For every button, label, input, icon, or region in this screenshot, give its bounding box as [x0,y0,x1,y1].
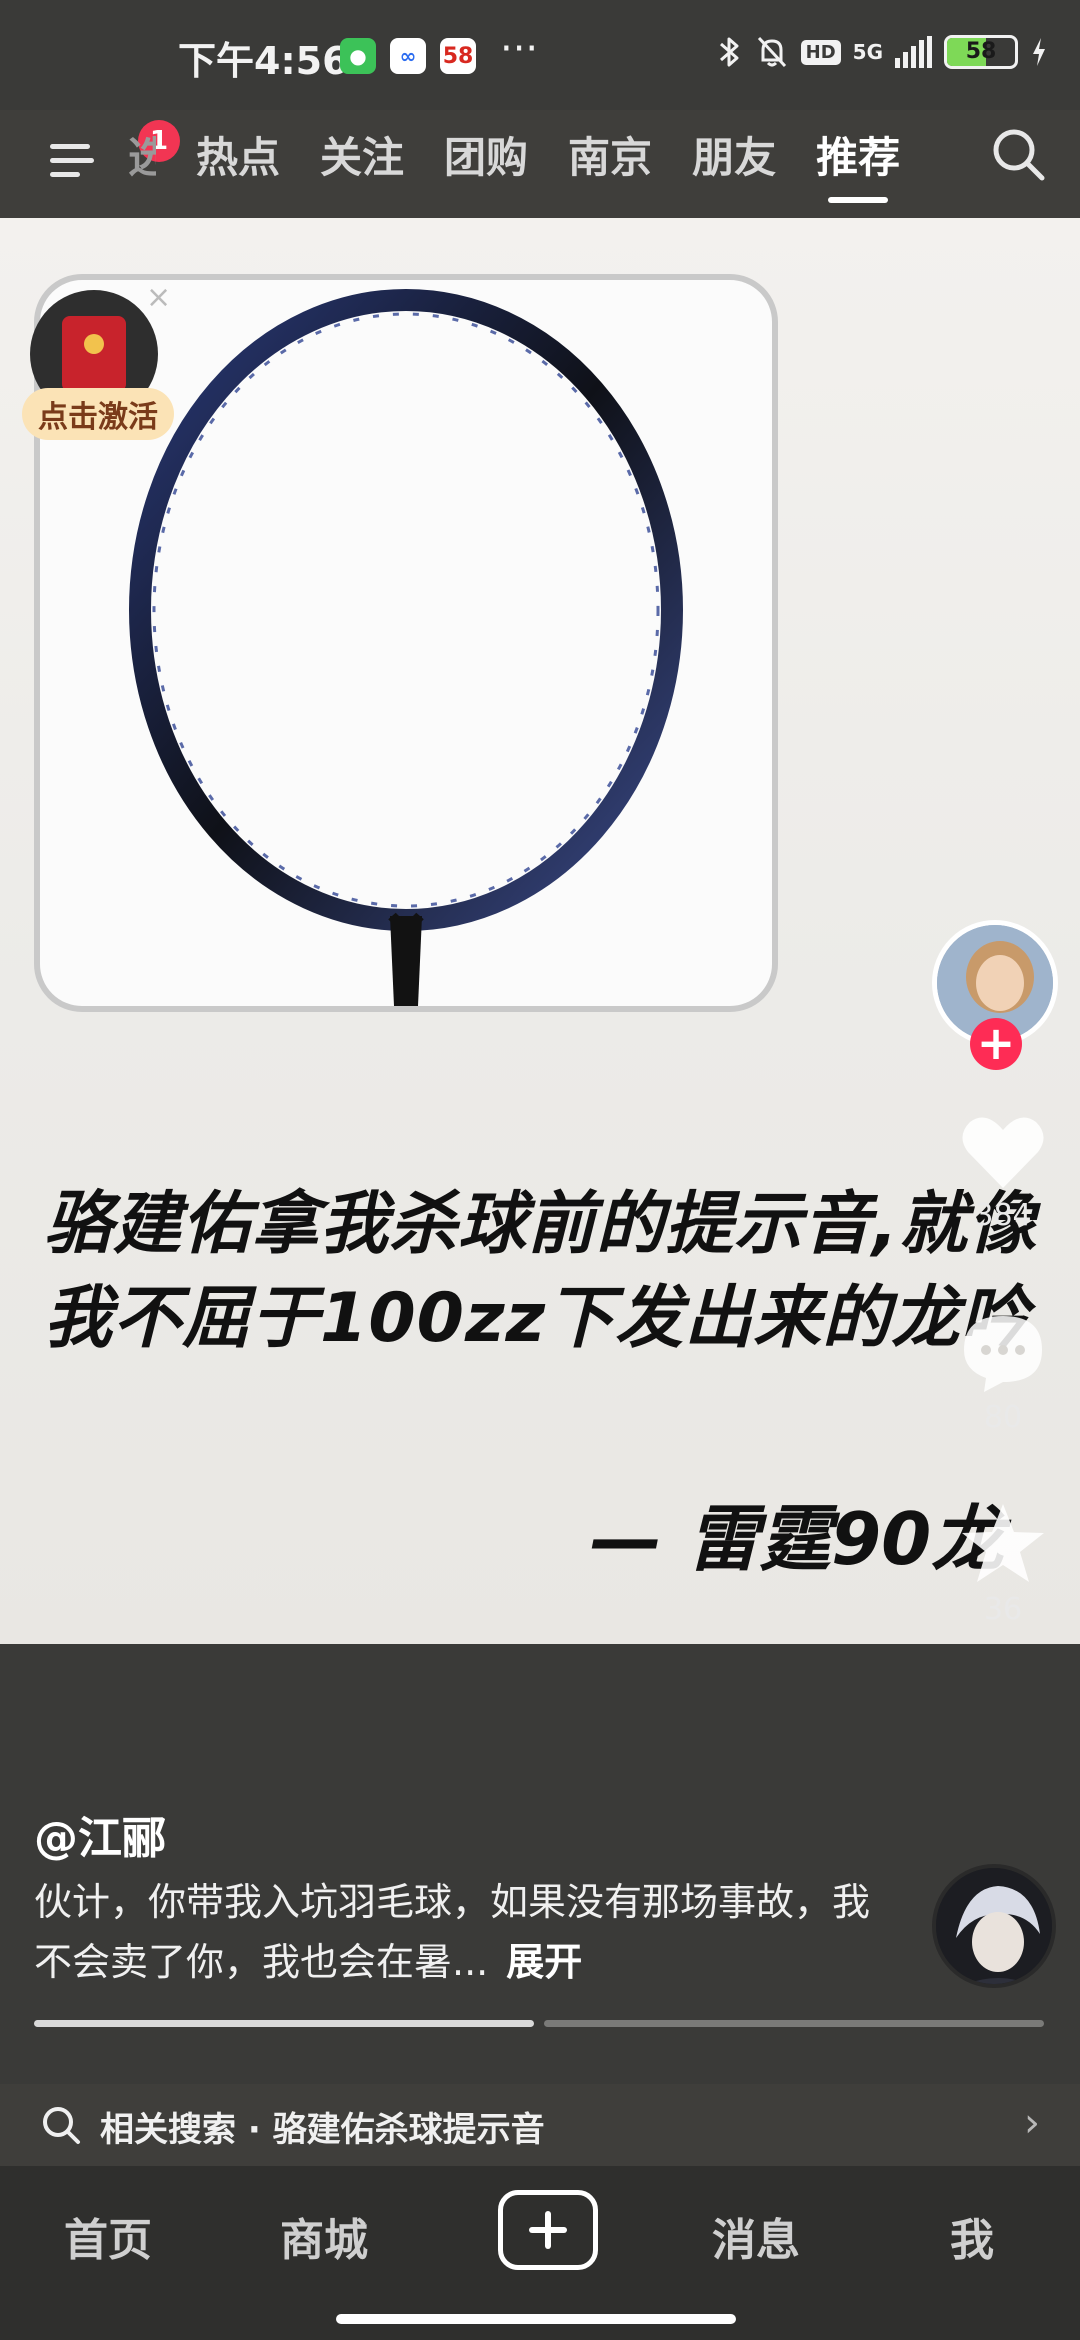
baidu-netdisk-icon: ∞ [390,38,426,74]
tab-nanjing[interactable]: 南京 [568,124,652,185]
description-text: 伙计，你带我入坑羽毛球，如果没有那场事故，我不会卖了你，我也会在暑... [34,1880,871,1984]
red-envelope-icon [62,316,126,392]
menu-button[interactable]: 1 [44,120,180,190]
message-app-icon: ● [340,38,376,74]
status-bar: 下午4:56 ● ∞ 58 ··· HD 5G 58 [0,0,1080,110]
related-search-text: 相关搜索 · 骆建佑杀球提示音 [100,2110,545,2150]
status-app-icons: ● ∞ 58 [340,38,476,74]
58-app-icon: 58 [440,38,476,74]
tab-following[interactable]: 关注 [320,124,404,185]
battery-icon: 58 [944,35,1018,69]
create-button[interactable] [498,2190,598,2270]
top-navigation: 1 选 热点 关注 团购 南京 朋友 推荐 [0,110,1080,218]
comment-button[interactable]: 80 [938,1310,1068,1435]
search-icon[interactable] [986,122,1050,186]
like-button[interactable]: 384 [938,1112,1068,1233]
comment-count: 80 [983,1400,1023,1435]
caption-line-2: 我不屈于100zz下发出来的龙吟 [44,1279,1030,1358]
home-indicator [336,2314,736,2324]
tab-me[interactable]: 我 [950,2204,994,2268]
video-player[interactable]: × 点击激活 骆建佑拿我杀球前的提示音,就像 我不屈于100zz下发出来的龙吟 … [0,218,1080,1644]
more-notifications-icon: ··· [500,26,539,72]
card-close-icon[interactable]: × [146,280,171,315]
nav-tabs: 选 热点 关注 团购 南京 朋友 推荐 [128,124,900,203]
signal-strength-icon [895,36,932,68]
charging-icon [1033,38,1045,66]
status-indicators: HD 5G 58 [717,34,1048,70]
favorite-count: 36 [983,1592,1023,1627]
favorite-button[interactable]: 36 [938,1500,1068,1627]
star-icon [962,1504,1044,1582]
activate-button[interactable]: 点击激活 [22,388,174,440]
music-avatar-image [936,1868,1052,1984]
caption-line-1: 骆建佑拿我杀球前的提示音,就像 [44,1185,1037,1264]
tab-partial[interactable]: 选 [128,124,156,185]
tab-messages[interactable]: 消息 [712,2204,800,2268]
search-icon [43,2107,80,2144]
tab-home[interactable]: 首页 [64,2204,152,2268]
related-search-bar[interactable]: 相关搜索 · 骆建佑杀球提示音 › [0,2084,1080,2166]
tab-mall[interactable]: 商城 [280,2204,368,2268]
follow-button[interactable]: + [970,1018,1022,1070]
author-name[interactable]: @江郦 [34,1802,166,1866]
heart-icon [962,1117,1044,1188]
bluetooth-icon [719,37,739,67]
expand-button[interactable]: 展开 [506,1940,582,1984]
progress-segment-remaining [544,2020,1044,2027]
post-info: @江郦 伙计，你带我入坑羽毛球，如果没有那场事故，我不会卖了你，我也会在暑...… [0,1644,1080,2166]
mute-bell-icon [757,36,786,68]
network-type: 5G [852,40,883,64]
like-count: 384 [974,1198,1032,1233]
tab-hot[interactable]: 热点 [196,124,280,185]
progress-segment-played [34,2020,534,2027]
playback-progress[interactable] [34,2020,1044,2027]
hd-badge: HD [800,39,841,65]
tab-recommended[interactable]: 推荐 [816,124,900,203]
tab-friends[interactable]: 朋友 [692,124,776,185]
battery-percent: 58 [965,39,997,64]
tab-group-buy[interactable]: 团购 [444,124,528,185]
status-time: 下午4:56 [178,39,349,83]
chevron-right-icon: › [1024,2100,1040,2146]
video-caption: 骆建佑拿我杀球前的提示音,就像 我不屈于100zz下发出来的龙吟 [44,1178,1044,1366]
bottom-tab-bar: 首页 商城 消息 我 [0,2166,1080,2340]
post-description[interactable]: 伙计，你带我入坑羽毛球，如果没有那场事故，我不会卖了你，我也会在暑... 展开 [34,1872,894,1992]
plus-icon [529,2211,567,2249]
music-disc[interactable] [932,1864,1056,1988]
comment-icon [964,1316,1042,1392]
